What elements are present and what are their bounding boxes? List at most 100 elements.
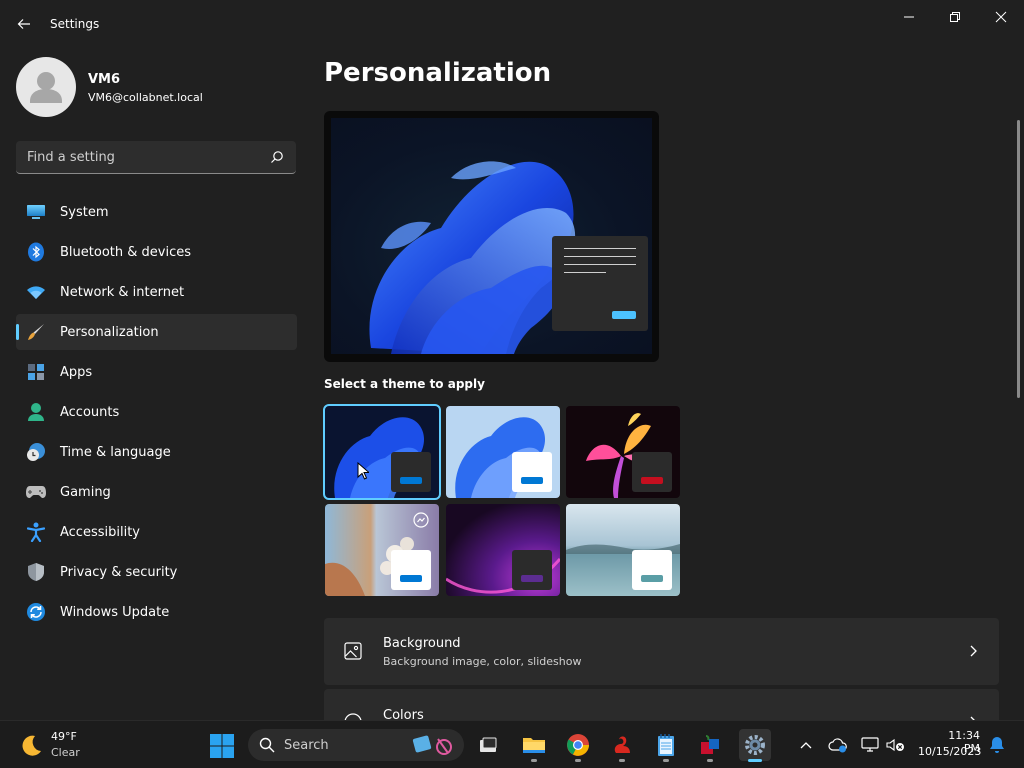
taskbar-search[interactable]: Search <box>248 729 464 761</box>
card-title: Background <box>383 636 461 651</box>
sidebar-item-label: Accounts <box>60 404 120 420</box>
volume-tray[interactable] <box>885 735 905 755</box>
sidebar-item-windows-update[interactable]: Windows Update <box>16 594 297 630</box>
wifi-icon <box>25 281 47 303</box>
file-explorer-button[interactable] <box>518 729 550 762</box>
clock-date[interactable]: 10/15/2023 <box>918 745 981 758</box>
theme-preview <box>324 111 659 362</box>
task-view-icon <box>480 737 497 752</box>
theme-window-preview <box>632 550 672 590</box>
sidebar-item-label: Personalization <box>60 324 159 340</box>
theme-window-preview <box>632 452 672 492</box>
theme-window-preview <box>391 452 431 492</box>
sidebar-item-label: Apps <box>60 364 93 380</box>
gear-icon <box>745 735 765 755</box>
installer-app-button[interactable] <box>694 729 726 762</box>
sidebar-item-bluetooth[interactable]: Bluetooth & devices <box>16 234 297 270</box>
show-hidden-icons-button[interactable] <box>796 735 816 755</box>
weather-condition[interactable]: Clear <box>51 746 80 759</box>
sidebar-item-label: Bluetooth & devices <box>60 244 191 260</box>
themes-heading: Select a theme to apply <box>324 377 485 391</box>
bell-icon <box>990 737 1004 753</box>
title-bar: Settings <box>0 0 1024 48</box>
sidebar-item-network[interactable]: Network & internet <box>16 274 297 310</box>
notepad-icon <box>658 734 674 756</box>
theme-window-preview <box>512 550 552 590</box>
restore-button[interactable] <box>943 6 967 28</box>
app-title: Settings <box>50 17 100 31</box>
close-icon <box>995 11 1007 23</box>
theme-windows-dark[interactable] <box>323 404 441 500</box>
sidebar-item-label: Windows Update <box>60 604 170 620</box>
onedrive-tray[interactable] <box>828 735 848 755</box>
scrollbar-thumb[interactable] <box>1017 120 1020 398</box>
close-button[interactable] <box>989 6 1013 28</box>
preview-accent-button <box>612 311 636 319</box>
sidebar-item-privacy[interactable]: Privacy & security <box>16 554 297 590</box>
theme-sunrise[interactable] <box>446 504 560 596</box>
image-icon <box>344 642 362 660</box>
sidebar-item-label: Network & internet <box>60 284 185 300</box>
folder-icon <box>523 738 545 753</box>
sidebar-item-accounts[interactable]: Accounts <box>16 394 297 430</box>
sidebar-item-personalization[interactable]: Personalization <box>16 314 297 350</box>
theme-captured-motion[interactable] <box>325 504 439 596</box>
sidebar-item-system[interactable]: System <box>16 194 297 230</box>
weather-temp[interactable]: 49°F <box>51 730 77 743</box>
taskbar: 49°F Clear Search 11:34 PM 10/15/2023 <box>0 720 1024 768</box>
swan-app-button[interactable] <box>606 729 638 762</box>
settings-app-button[interactable] <box>739 729 771 762</box>
search-input[interactable] <box>16 141 266 173</box>
monitor-icon <box>861 737 879 752</box>
card-subtitle: Background image, color, slideshow <box>383 655 582 668</box>
user-silhouette-icon <box>30 72 62 103</box>
restore-icon <box>950 12 960 22</box>
theme-window-preview <box>512 452 552 492</box>
cloud-status-icon <box>828 738 847 753</box>
page-title: Personalization <box>324 58 552 88</box>
search-icon[interactable] <box>270 150 284 164</box>
sidebar-item-label: Gaming <box>60 484 111 500</box>
sidebar-item-label: Accessibility <box>60 524 140 540</box>
speaker-muted-icon <box>886 738 904 752</box>
sidebar-nav: System Bluetooth & devices Network & int… <box>16 194 297 634</box>
windows-start-icon[interactable] <box>209 733 235 759</box>
minimize-button[interactable] <box>897 6 921 28</box>
task-view-button[interactable] <box>472 729 504 761</box>
sidebar-item-label: Time & language <box>60 444 171 460</box>
preview-wallpaper <box>331 118 652 354</box>
installer-icon <box>701 735 719 754</box>
slideshow-badge-icon <box>413 512 429 528</box>
avatar[interactable] <box>16 57 76 117</box>
display-tray[interactable] <box>860 735 880 755</box>
sidebar-item-apps[interactable]: Apps <box>16 354 297 390</box>
back-arrow-icon <box>17 19 30 29</box>
search-icon <box>259 737 275 753</box>
preview-window <box>552 236 648 331</box>
sidebar-item-time-language[interactable]: Time & language <box>16 434 297 470</box>
update-icon <box>25 601 47 623</box>
sidebar-item-label: Privacy & security <box>60 564 178 580</box>
sidebar-item-accessibility[interactable]: Accessibility <box>16 514 297 550</box>
background-settings-card[interactable]: Background Background image, color, slid… <box>324 618 999 685</box>
user-name: VM6 <box>88 72 121 87</box>
theme-window-preview <box>391 550 431 590</box>
accounts-icon <box>25 401 47 423</box>
theme-glow[interactable] <box>566 406 680 498</box>
moon-weather-icon[interactable] <box>18 733 44 759</box>
user-email: VM6@collabnet.local <box>88 91 203 104</box>
mouse-cursor-icon <box>357 462 369 480</box>
minimize-icon <box>904 16 914 18</box>
chrome-button[interactable] <box>562 729 594 762</box>
settings-search <box>16 141 296 174</box>
theme-windows-light[interactable] <box>446 406 560 498</box>
theme-flow[interactable] <box>566 504 680 596</box>
back-button[interactable] <box>12 12 36 36</box>
chrome-icon <box>567 734 589 756</box>
gamepad-icon <box>25 481 47 503</box>
notifications-button[interactable] <box>987 735 1007 755</box>
notepad-button[interactable] <box>650 729 682 762</box>
chevron-right-icon <box>970 645 977 657</box>
sidebar-item-gaming[interactable]: Gaming <box>16 474 297 510</box>
taskbar-search-label: Search <box>284 738 329 753</box>
